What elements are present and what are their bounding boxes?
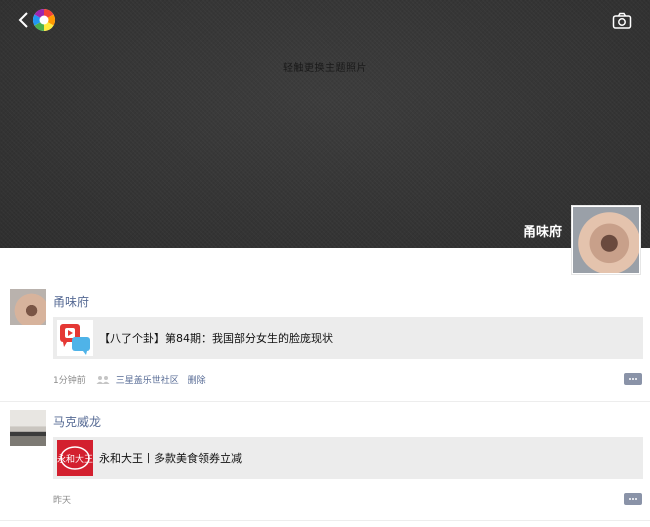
post-time: 昨天 bbox=[53, 496, 72, 506]
brand-logo-text: 永和大王 bbox=[57, 453, 93, 465]
post-author[interactable]: 甬味府 bbox=[53, 293, 89, 310]
cover-photo[interactable]: 轻触更换主题照片 bbox=[0, 0, 650, 248]
people-icon bbox=[96, 376, 110, 384]
app-logo-icon bbox=[33, 9, 55, 31]
post-time: 1分钟前 bbox=[53, 376, 86, 386]
post-location[interactable]: 三星盖乐世社区 bbox=[116, 376, 179, 386]
avatar[interactable] bbox=[10, 410, 46, 446]
post-meta: 1分钟前 三星盖乐世社区 删除 bbox=[53, 373, 206, 386]
shared-link-card[interactable]: 【八了个卦】第84期：我国部分女生的脸庞现状 bbox=[53, 317, 643, 359]
comment-more-icon[interactable] bbox=[624, 493, 642, 505]
divider bbox=[0, 401, 650, 402]
card-title: 永和大王丨多款美食领券立减 bbox=[99, 452, 242, 465]
video-thumbnail-icon bbox=[57, 320, 93, 356]
change-cover-hint[interactable]: 轻触更换主题照片 bbox=[0, 59, 650, 74]
avatar[interactable] bbox=[10, 289, 46, 325]
profile-name: 甬味府 bbox=[522, 225, 562, 240]
delete-link[interactable]: 删除 bbox=[188, 376, 206, 386]
card-title: 【八了个卦】第84期：我国部分女生的脸庞现状 bbox=[99, 332, 333, 345]
shared-link-card[interactable]: 永和大王 永和大王丨多款美食领券立减 bbox=[53, 437, 643, 479]
brand-logo-thumbnail: 永和大王 bbox=[57, 440, 93, 476]
post-author[interactable]: 马克威龙 bbox=[53, 413, 101, 430]
comment-more-icon[interactable] bbox=[624, 373, 642, 385]
profile-avatar[interactable] bbox=[571, 205, 641, 275]
post-meta: 昨天 bbox=[53, 493, 71, 506]
divider bbox=[0, 520, 650, 521]
camera-icon[interactable] bbox=[612, 12, 632, 30]
